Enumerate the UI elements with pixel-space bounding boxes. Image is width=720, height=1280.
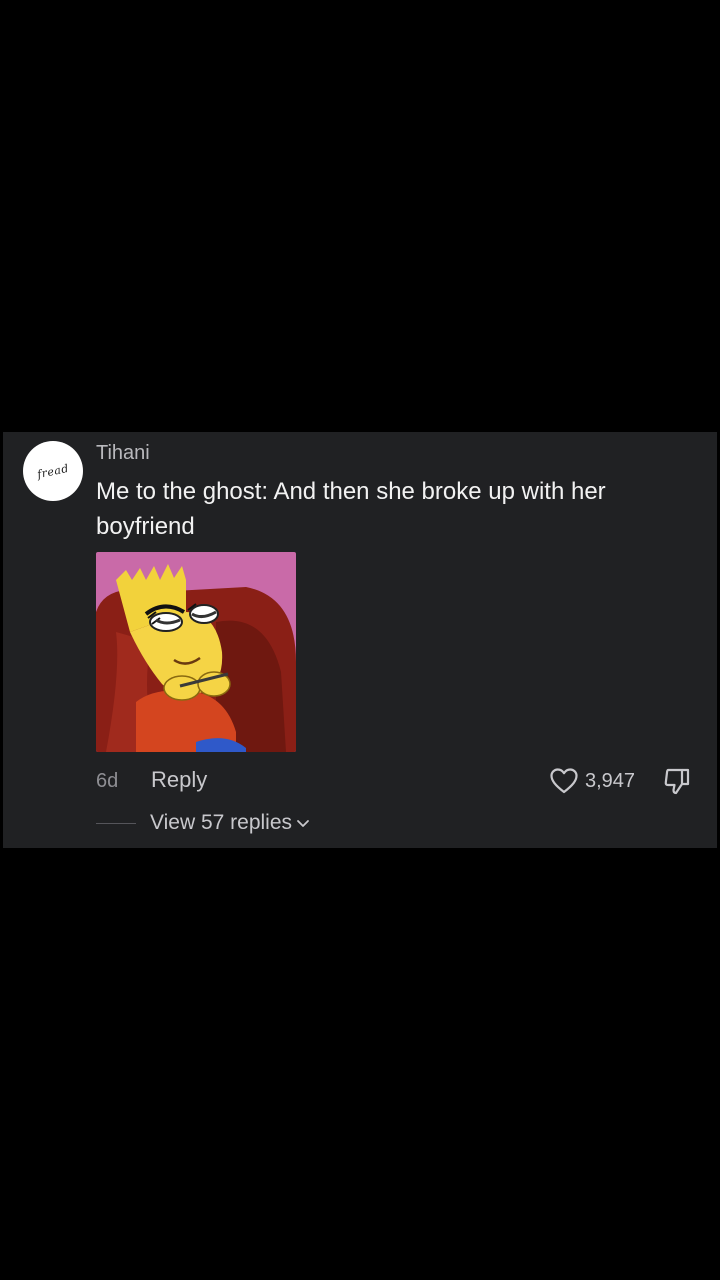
comment-actions: 6d Reply 3,947 (3, 764, 717, 798)
thumbs-down-outline-icon (664, 768, 690, 795)
page: fread Tihani Me to the ghost: And then s… (0, 0, 720, 1280)
dislike-button[interactable] (662, 766, 692, 796)
replies-divider (96, 822, 136, 824)
comment-timestamp: 6d (96, 770, 119, 792)
comment-username[interactable]: Tihani (96, 442, 150, 465)
like-count: 3,947 (585, 769, 636, 792)
view-replies-button[interactable]: View 57 replies (150, 811, 310, 835)
view-replies-row: View 57 replies (96, 808, 310, 838)
comment-card: fread Tihani Me to the ghost: And then s… (3, 432, 717, 848)
comment-text: Me to the ghost: And then she broke up w… (96, 478, 606, 540)
cartoon-character-image (96, 552, 296, 752)
chevron-down-icon (297, 820, 309, 827)
comment-image[interactable] (96, 552, 296, 752)
avatar[interactable]: fread (23, 441, 83, 501)
like-button[interactable]: 3,947 (549, 766, 635, 796)
avatar-logo-text: fread (36, 461, 70, 481)
reply-button[interactable]: Reply (151, 767, 207, 793)
view-replies-label: View 57 replies (150, 811, 293, 834)
heart-outline-icon (550, 768, 578, 794)
